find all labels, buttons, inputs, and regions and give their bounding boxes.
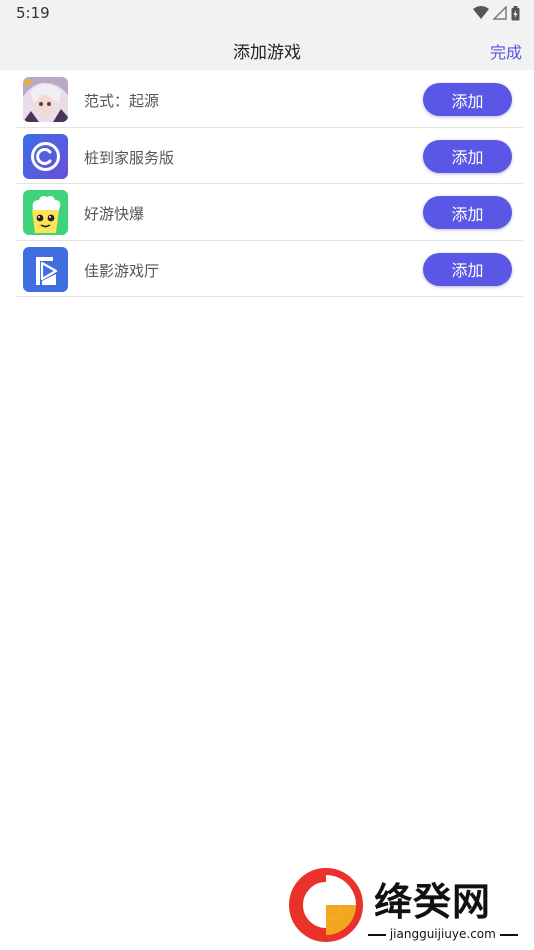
status-bar: 5:19: [0, 0, 534, 26]
list-item: 范式：起源 添加: [17, 71, 523, 128]
blue-play-logo-icon: [23, 246, 68, 292]
header-bar: 添加游戏 完成: [0, 26, 534, 70]
list-item: 佳影游戏厅 添加: [17, 241, 523, 297]
watermark-dash-right: [499, 933, 518, 936]
popcorn-face-icon: [23, 190, 68, 235]
add-button[interactable]: 添加: [423, 139, 512, 173]
watermark-dash-left: [368, 933, 386, 936]
add-button[interactable]: 添加: [423, 196, 512, 229]
list-item: 桩到家服务版 添加: [17, 128, 523, 184]
app-name: 佳影游戏厅: [84, 261, 160, 280]
wifi-icon: [473, 6, 489, 19]
page-title: 添加游戏: [233, 43, 301, 63]
watermark: 绛癸网 jiangguijiuye.com: [288, 865, 528, 945]
battery-icon: [511, 5, 520, 20]
blue-c-logo-icon: [23, 133, 68, 179]
done-button[interactable]: 完成: [490, 39, 522, 63]
status-time: 5:19: [16, 4, 50, 22]
app-name: 好游快爆: [84, 205, 145, 223]
app-name: 范式：起源: [84, 92, 160, 110]
list-item: 好游快爆 添加: [17, 184, 523, 241]
watermark-brand: 绛癸网: [374, 879, 492, 924]
watermark-url-text: jiangguijiuye.com: [389, 927, 496, 941]
watermark-logo-icon: [289, 868, 363, 942]
game-list: 范式：起源 添加 桩到家服务版 添加 好游快爆 添加 佳影游戏厅 添加: [17, 71, 523, 297]
app-name: 桩到家服务版: [84, 148, 175, 167]
status-icons: [473, 5, 520, 21]
cell-signal-icon: [493, 6, 507, 20]
anime-character-icon: [23, 77, 68, 122]
add-button[interactable]: 添加: [423, 252, 512, 286]
add-button[interactable]: 添加: [423, 83, 512, 116]
watermark-url: jiangguijiuye.com: [368, 927, 518, 941]
